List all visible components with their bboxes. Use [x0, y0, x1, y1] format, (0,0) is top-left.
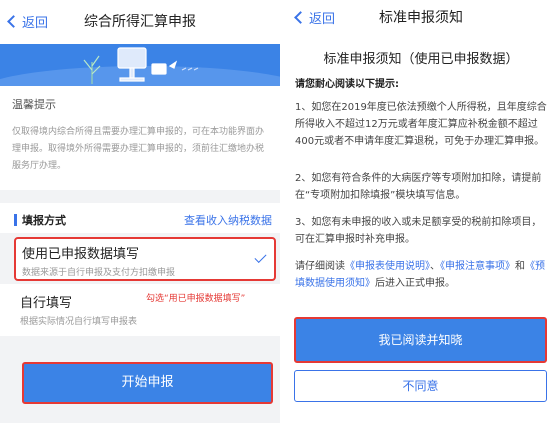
section-marker	[14, 214, 17, 226]
disagree-button[interactable]: 不同意	[294, 370, 547, 402]
banner-illustration-icon	[83, 47, 199, 84]
option2-desc: 根据实际情况自行填写申报表	[20, 317, 138, 327]
page-title: 标准申报须知	[379, 10, 463, 26]
para4-sep2: 和	[515, 261, 525, 272]
notice-paragraph-4: 请仔细阅读《申报表使用说明》、《申报注意事项》和《预填数据使用须知》后进入正式申…	[295, 258, 549, 292]
tips-title: 温馨提示	[12, 98, 56, 111]
notice-paragraph-2: 2、如您有符合条件的大病医疗等专项附加扣除，请提前在“专项附加扣除填报”模块填写…	[295, 173, 542, 201]
agree-button[interactable]: 我已阅读并知晓	[294, 317, 547, 363]
notice-prompt: 请您耐心阅读以下提示:	[295, 79, 399, 90]
tips-text: 仅取得境内综合所得且需要办理汇算申报的，可在本功能界面办理申报。取得境外所得需要…	[12, 127, 265, 171]
para4-sep1: 、	[430, 261, 440, 272]
para4-pre: 请仔细阅读	[295, 261, 345, 272]
right-screen: 返回 标准申报须知 标准申报须知（使用已申报数据） 请您耐心阅读以下提示: 1、…	[287, 0, 555, 423]
para4-post: 后进入正式申报。	[375, 278, 455, 289]
right-navbar: 返回 标准申报须知	[287, 0, 555, 36]
screen-divider	[280, 0, 287, 423]
notice-paragraph-1: 1、如您在2019年度已依法预缴个人所得税，且年度综合所得收入不超过12万元或者…	[295, 102, 547, 147]
view-income-tax-data-link[interactable]: 查看收入纳税数据	[184, 212, 272, 228]
left-navbar: 返回 综合所得汇算申报	[0, 0, 280, 44]
option-use-declared-data[interactable]: 使用已申报数据填写 数据来源于自行申报及支付方扣缴申报	[14, 237, 276, 281]
notice-heading: 标准申报须知（使用已申报数据）	[323, 52, 519, 67]
usage-instructions-link[interactable]: 《申报表使用说明》	[345, 261, 430, 272]
page-title: 综合所得汇算申报	[84, 14, 196, 30]
declaration-notes-link[interactable]: 《申报注意事项》	[440, 261, 515, 272]
tips-card: 温馨提示 仅取得境内综合所得且需要办理汇算申报的，可在本功能界面办理申报。取得境…	[0, 86, 280, 190]
start-declaration-button[interactable]: 开始申报	[22, 362, 273, 404]
option1-title: 使用已申报数据填写	[22, 247, 140, 262]
method-title: 填报方式	[22, 214, 66, 227]
annotation-note: 勾选“用已申报数据填写”	[146, 294, 246, 304]
left-screen: 返回 综合所得汇算申报 温馨提示 仅取得境内综合所得且需要办理汇算申报的，可在本…	[0, 0, 280, 423]
banner-image	[0, 44, 280, 86]
option1-desc: 数据来源于自行申报及支付方扣缴申报	[22, 268, 176, 278]
notice-paragraph-3: 3、如您有未申报的收入或未足额享受的税前扣除项目，可在汇算申报时补充申报。	[295, 217, 542, 245]
method-header: 填报方式 查看收入纳税数据	[0, 203, 280, 233]
